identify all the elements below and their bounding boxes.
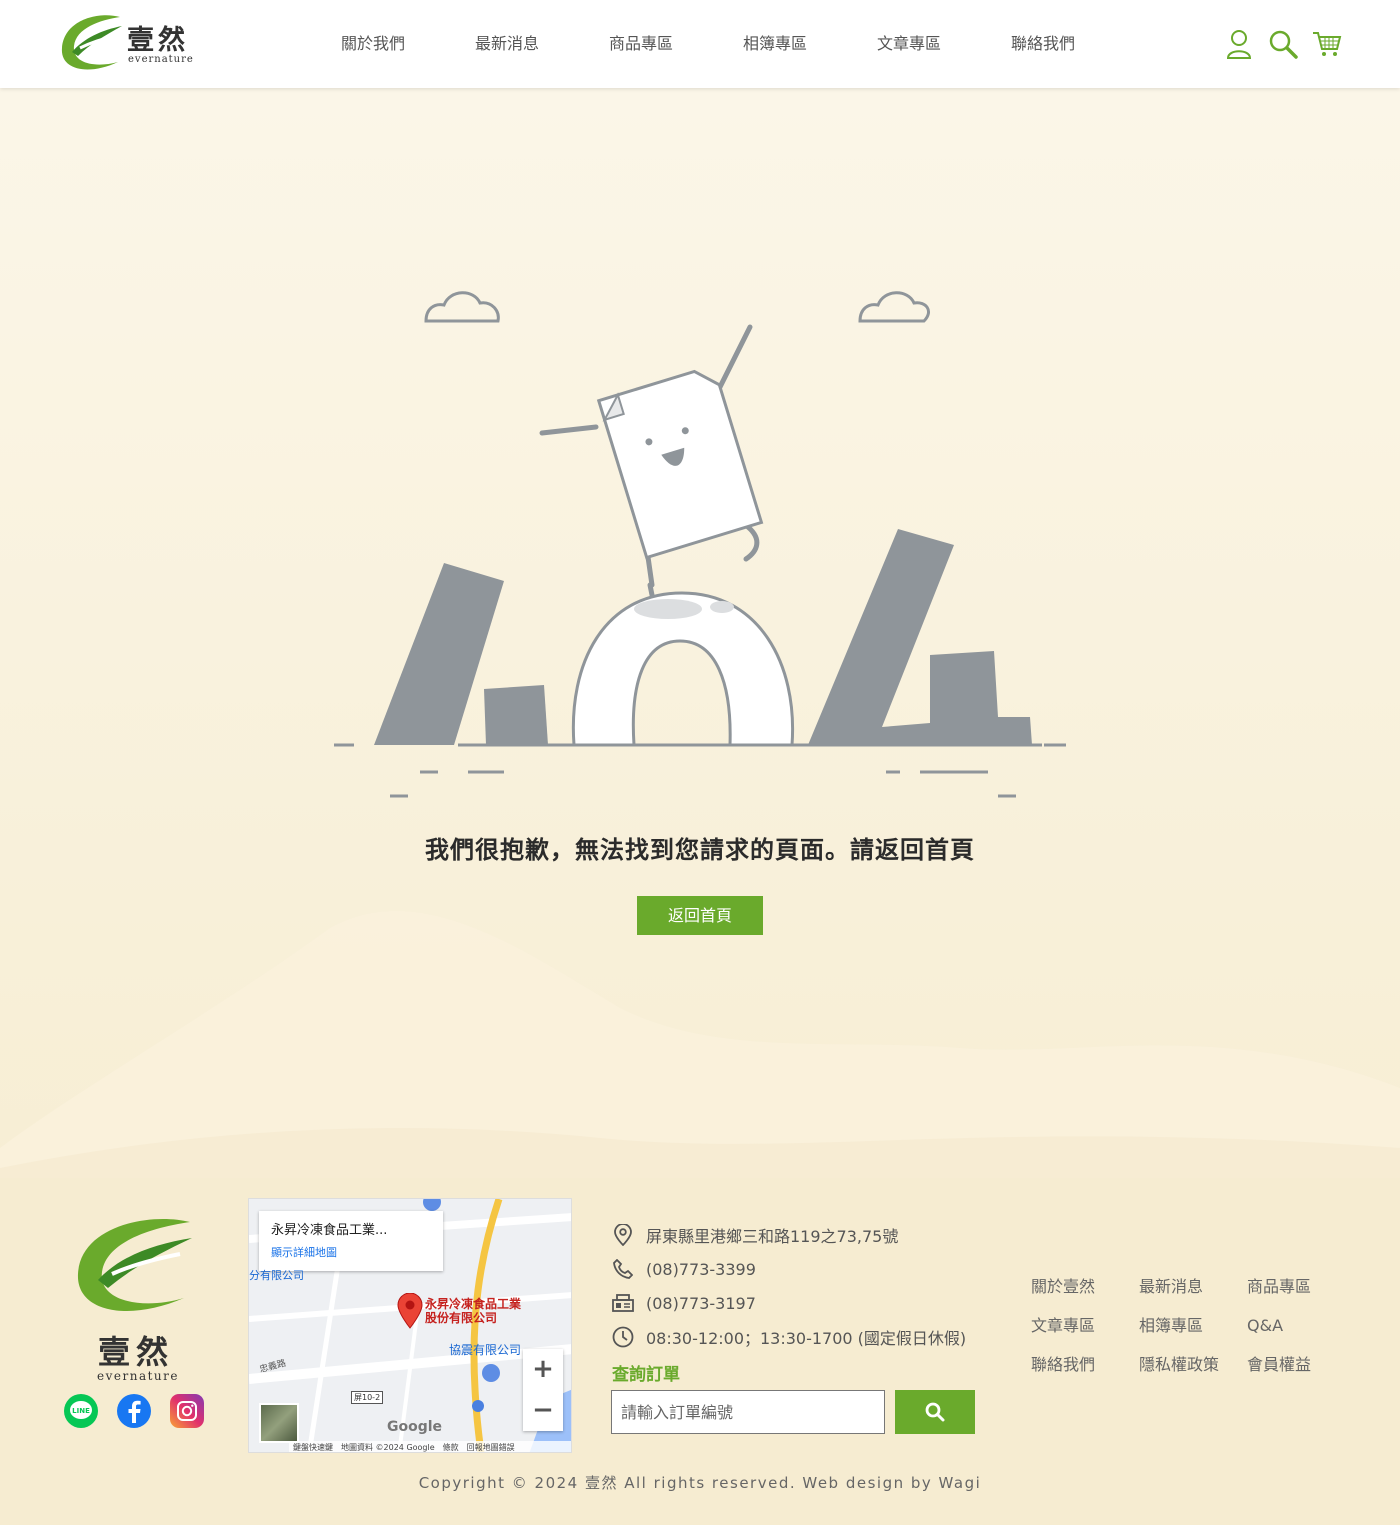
order-number-input[interactable] bbox=[611, 1390, 885, 1434]
error-section: 我們很抱歉，無法找到您請求的頁面。請返回首頁 返回首頁 bbox=[0, 88, 1400, 1178]
facebook-icon[interactable] bbox=[117, 1394, 151, 1428]
footer-link-qa[interactable]: Q&A bbox=[1247, 1315, 1337, 1337]
order-lookup-title: 查詢訂單 bbox=[612, 1365, 680, 1385]
fax-icon bbox=[612, 1292, 634, 1314]
header-actions bbox=[1224, 28, 1342, 60]
address-row: 屏東縣里港鄉三和路119之73,75號 bbox=[612, 1218, 966, 1252]
fax-text: (08)773-3197 bbox=[646, 1293, 756, 1313]
fax-row: (08)773-3197 bbox=[612, 1286, 966, 1320]
site-header: 壹然 evernature 關於我們 最新消息 商品專區 相簿專區 文章專區 聯… bbox=[0, 0, 1400, 88]
svg-text:LINE: LINE bbox=[72, 1407, 90, 1415]
line-icon[interactable]: LINE bbox=[64, 1394, 98, 1428]
map-pin-label-line2: 股份有限公司 bbox=[425, 1311, 498, 1325]
hours-text: 08:30-12:00；13:30-1700 (國定假日休假) bbox=[646, 1329, 967, 1348]
nav-item-albums[interactable]: 相簿專區 bbox=[708, 30, 842, 58]
satellite-toggle[interactable] bbox=[259, 1403, 299, 1443]
footer-logo-cn: 壹然 bbox=[98, 1333, 175, 1371]
zoom-out-button[interactable]: − bbox=[523, 1390, 563, 1431]
leaf-logo-icon bbox=[61, 15, 122, 70]
map-label-partial: 分有限公司 bbox=[249, 1269, 304, 1282]
logo-text-en: evernature bbox=[128, 54, 194, 65]
map-pin-label-line1: 永昇冷凍食品工業 bbox=[425, 1297, 522, 1311]
cloud-left-icon bbox=[424, 291, 500, 323]
footer-link-member-rights[interactable]: 會員權益 bbox=[1247, 1354, 1337, 1376]
contact-info: 屏東縣里港鄉三和路119之73,75號 (08)773-3399 (08)773… bbox=[612, 1218, 966, 1354]
404-illustration bbox=[334, 291, 1066, 798]
phone-text[interactable]: (08)773-3399 bbox=[646, 1260, 756, 1279]
cart-icon[interactable] bbox=[1312, 28, 1342, 60]
nav-item-products[interactable]: 商品專區 bbox=[574, 30, 708, 58]
logo-text-cn: 壹然 bbox=[127, 25, 189, 56]
footer-link-privacy[interactable]: 隱私權政策 bbox=[1139, 1354, 1247, 1376]
footer-link-about[interactable]: 關於壹然 bbox=[1031, 1276, 1139, 1298]
footer-link-albums[interactable]: 相簿專區 bbox=[1139, 1315, 1247, 1337]
phone-icon bbox=[612, 1258, 634, 1280]
site-footer: 壹然 evernature LINE 永昇冷凍食品工業... 顯示詳細地圖 分有… bbox=[0, 1178, 1400, 1525]
map-label-company: 協震有限公司 bbox=[449, 1343, 522, 1357]
map-attribution[interactable]: 鍵盤快速鍵 地圖資料 ©2024 Google 條款 回報地圖錯誤 bbox=[289, 1441, 571, 1452]
error-message: 我們很抱歉，無法找到您請求的頁面。請返回首頁 bbox=[425, 836, 975, 864]
map-card-title: 永昇冷凍食品工業... bbox=[271, 1223, 388, 1238]
order-search-button[interactable] bbox=[895, 1390, 975, 1434]
instagram-icon[interactable] bbox=[170, 1394, 204, 1428]
nav-item-contact[interactable]: 聯絡我們 bbox=[976, 30, 1110, 58]
map-label-route: 屏10-2 bbox=[351, 1391, 384, 1404]
search-icon bbox=[925, 1402, 945, 1422]
main-nav: 關於我們 最新消息 商品專區 相簿專區 文章專區 聯絡我們 bbox=[306, 30, 1110, 58]
phone-row: (08)773-3399 bbox=[612, 1252, 966, 1286]
location-map[interactable]: 永昇冷凍食品工業... 顯示詳細地圖 分有限公司 永昇冷凍食品工業 股份有限公司… bbox=[248, 1198, 572, 1453]
footer-link-articles[interactable]: 文章專區 bbox=[1031, 1315, 1139, 1337]
footer-link-news[interactable]: 最新消息 bbox=[1139, 1276, 1247, 1298]
address-text: 屏東縣里港鄉三和路119之73,75號 bbox=[646, 1227, 899, 1246]
map-pin-icon[interactable] bbox=[397, 1293, 423, 1329]
hours-row: 08:30-12:00；13:30-1700 (國定假日休假) bbox=[612, 1320, 966, 1354]
user-icon[interactable] bbox=[1224, 28, 1254, 60]
map-zoom-controls: + − bbox=[523, 1349, 563, 1431]
zoom-in-button[interactable]: + bbox=[523, 1349, 563, 1390]
footer-logo-en: evernature bbox=[97, 1369, 179, 1383]
map-info-card: 永昇冷凍食品工業... 顯示詳細地圖 bbox=[259, 1211, 443, 1271]
footer-links: 關於壹然 最新消息 商品專區 文章專區 相簿專區 Q&A 聯絡我們 隱私權政策 … bbox=[1031, 1276, 1337, 1376]
nav-item-news[interactable]: 最新消息 bbox=[440, 30, 574, 58]
footer-link-products[interactable]: 商品專區 bbox=[1247, 1276, 1337, 1298]
clock-icon bbox=[612, 1326, 634, 1348]
map-pin-label: 永昇冷凍食品工業 股份有限公司 bbox=[425, 1297, 521, 1325]
google-logo: Google bbox=[387, 1419, 443, 1435]
copyright-text: Copyright © 2024 壹然 All rights reserved.… bbox=[418, 1474, 982, 1492]
search-icon[interactable] bbox=[1268, 28, 1298, 60]
leaf-logo-icon bbox=[77, 1218, 192, 1311]
footer-link-contact[interactable]: 聯絡我們 bbox=[1031, 1354, 1139, 1376]
cloud-right-icon bbox=[858, 291, 930, 323]
location-icon bbox=[612, 1224, 634, 1246]
map-larger-link[interactable]: 顯示詳細地圖 bbox=[271, 1244, 431, 1260]
social-links: LINE bbox=[64, 1394, 204, 1428]
back-home-button[interactable]: 返回首頁 bbox=[637, 896, 763, 935]
nav-item-about[interactable]: 關於我們 bbox=[306, 30, 440, 58]
footer-logo[interactable]: 壹然 evernature bbox=[74, 1214, 204, 1384]
site-logo[interactable]: 壹然 evernature bbox=[60, 12, 200, 76]
nav-item-articles[interactable]: 文章專區 bbox=[842, 30, 976, 58]
